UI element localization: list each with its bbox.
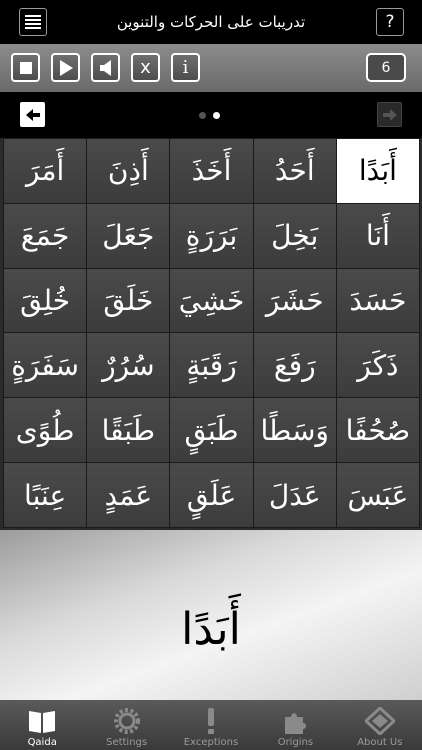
word-cell[interactable]: وَسَطًا [253,398,336,463]
word-cell[interactable]: رَفَعَ [253,333,336,398]
word-cell[interactable]: أَنَا [336,203,419,268]
selected-word: أَبَدًا [181,603,241,655]
book-icon [29,711,56,733]
tab-about-us[interactable]: About Us [338,700,422,750]
word-cell[interactable]: سَفَرَةٍ [4,333,87,398]
page-indicator [199,112,220,119]
word-cell[interactable]: عَبَسَ [336,463,419,527]
stop-icon [19,61,32,74]
word-display: أَبَدًا [0,530,422,700]
page-nav [0,92,422,138]
counter-badge[interactable]: 6 [366,53,406,82]
menu-icon [25,15,41,29]
tab-origins[interactable]: Origins [253,700,337,750]
word-cell[interactable]: بَرَرَةٍ [170,203,253,268]
word-cell[interactable]: عَمَدٍ [87,463,170,527]
word-cell[interactable]: خَلَقَ [87,268,170,333]
word-grid-container: أَبَدًا أَحَدُ أَخَذَ أَذِنَ أَمَرَ أَنَا بَخِ… [0,138,422,530]
help-button[interactable]: ? [376,8,404,36]
word-cell[interactable]: طُوًى [4,398,87,463]
word-cell[interactable]: حَشَرَ [253,268,336,333]
close-button[interactable]: x [131,53,160,82]
bottom-tab-bar: Qaida Settings Exceptions Origins About … [0,700,422,750]
word-cell[interactable]: أَخَذَ [170,139,253,203]
word-cell[interactable]: حَسَدَ [336,268,419,333]
info-button[interactable]: i [171,53,200,82]
tab-label: Qaida [27,737,57,748]
word-cell[interactable]: أَمَرَ [4,139,87,203]
stop-button[interactable] [11,53,40,82]
tab-label: Settings [106,737,148,748]
word-cell[interactable]: أَذِنَ [87,139,170,203]
word-cell[interactable]: جَعَلَ [87,203,170,268]
word-cell[interactable]: رَقَبَةٍ [170,333,253,398]
word-cell[interactable]: بَخِلَ [253,203,336,268]
tab-exceptions[interactable]: Exceptions [169,700,253,750]
word-cell[interactable]: عَدَلَ [253,463,336,527]
word-cell[interactable]: ذَكَرَ [336,333,419,398]
tab-settings[interactable]: Settings [84,700,168,750]
play-button[interactable] [51,53,80,82]
word-cell[interactable]: أَحَدُ [253,139,336,203]
page-dot-active[interactable] [213,112,220,119]
exclamation-icon [208,708,215,734]
word-cell[interactable]: خُلِقَ [4,268,87,333]
word-cell[interactable]: طَبَقٍ [170,398,253,463]
prev-page-button[interactable] [20,102,45,127]
puzzle-icon [285,713,307,734]
next-page-button[interactable] [377,102,402,127]
audio-toolbar: x i 6 [0,44,422,92]
tab-label: Origins [277,737,314,748]
word-cell[interactable]: طَبَقًا [87,398,170,463]
tab-qaida[interactable]: Qaida [0,700,84,750]
word-cell[interactable]: خَشِيَ [170,268,253,333]
page-dot[interactable] [199,112,206,119]
diamond-icon [364,707,395,735]
header-bar: تدريبات على الحركات والتنوين ? [0,0,422,44]
arrow-left-icon [25,108,40,121]
tab-label: About Us [357,737,403,748]
word-cell[interactable]: سُرُرٌ [87,333,170,398]
word-cell[interactable]: عَلَقٍ [170,463,253,527]
menu-button[interactable] [19,8,47,36]
word-cell[interactable]: صُحُفًا [336,398,419,463]
page-title: تدريبات على الحركات والتنوين [116,13,306,31]
arrow-right-icon [382,108,397,121]
word-grid: أَبَدًا أَحَدُ أَخَذَ أَذِنَ أَمَرَ أَنَا بَخِ… [3,138,420,528]
play-icon [59,59,73,76]
speaker-button[interactable] [91,53,120,82]
word-cell[interactable]: عِنَبًا [4,463,87,527]
word-cell[interactable]: جَمَعَ [4,203,87,268]
word-cell[interactable]: أَبَدًا [336,139,419,203]
gear-icon [113,708,140,734]
speaker-icon [99,59,111,76]
tab-label: Exceptions [183,737,239,748]
